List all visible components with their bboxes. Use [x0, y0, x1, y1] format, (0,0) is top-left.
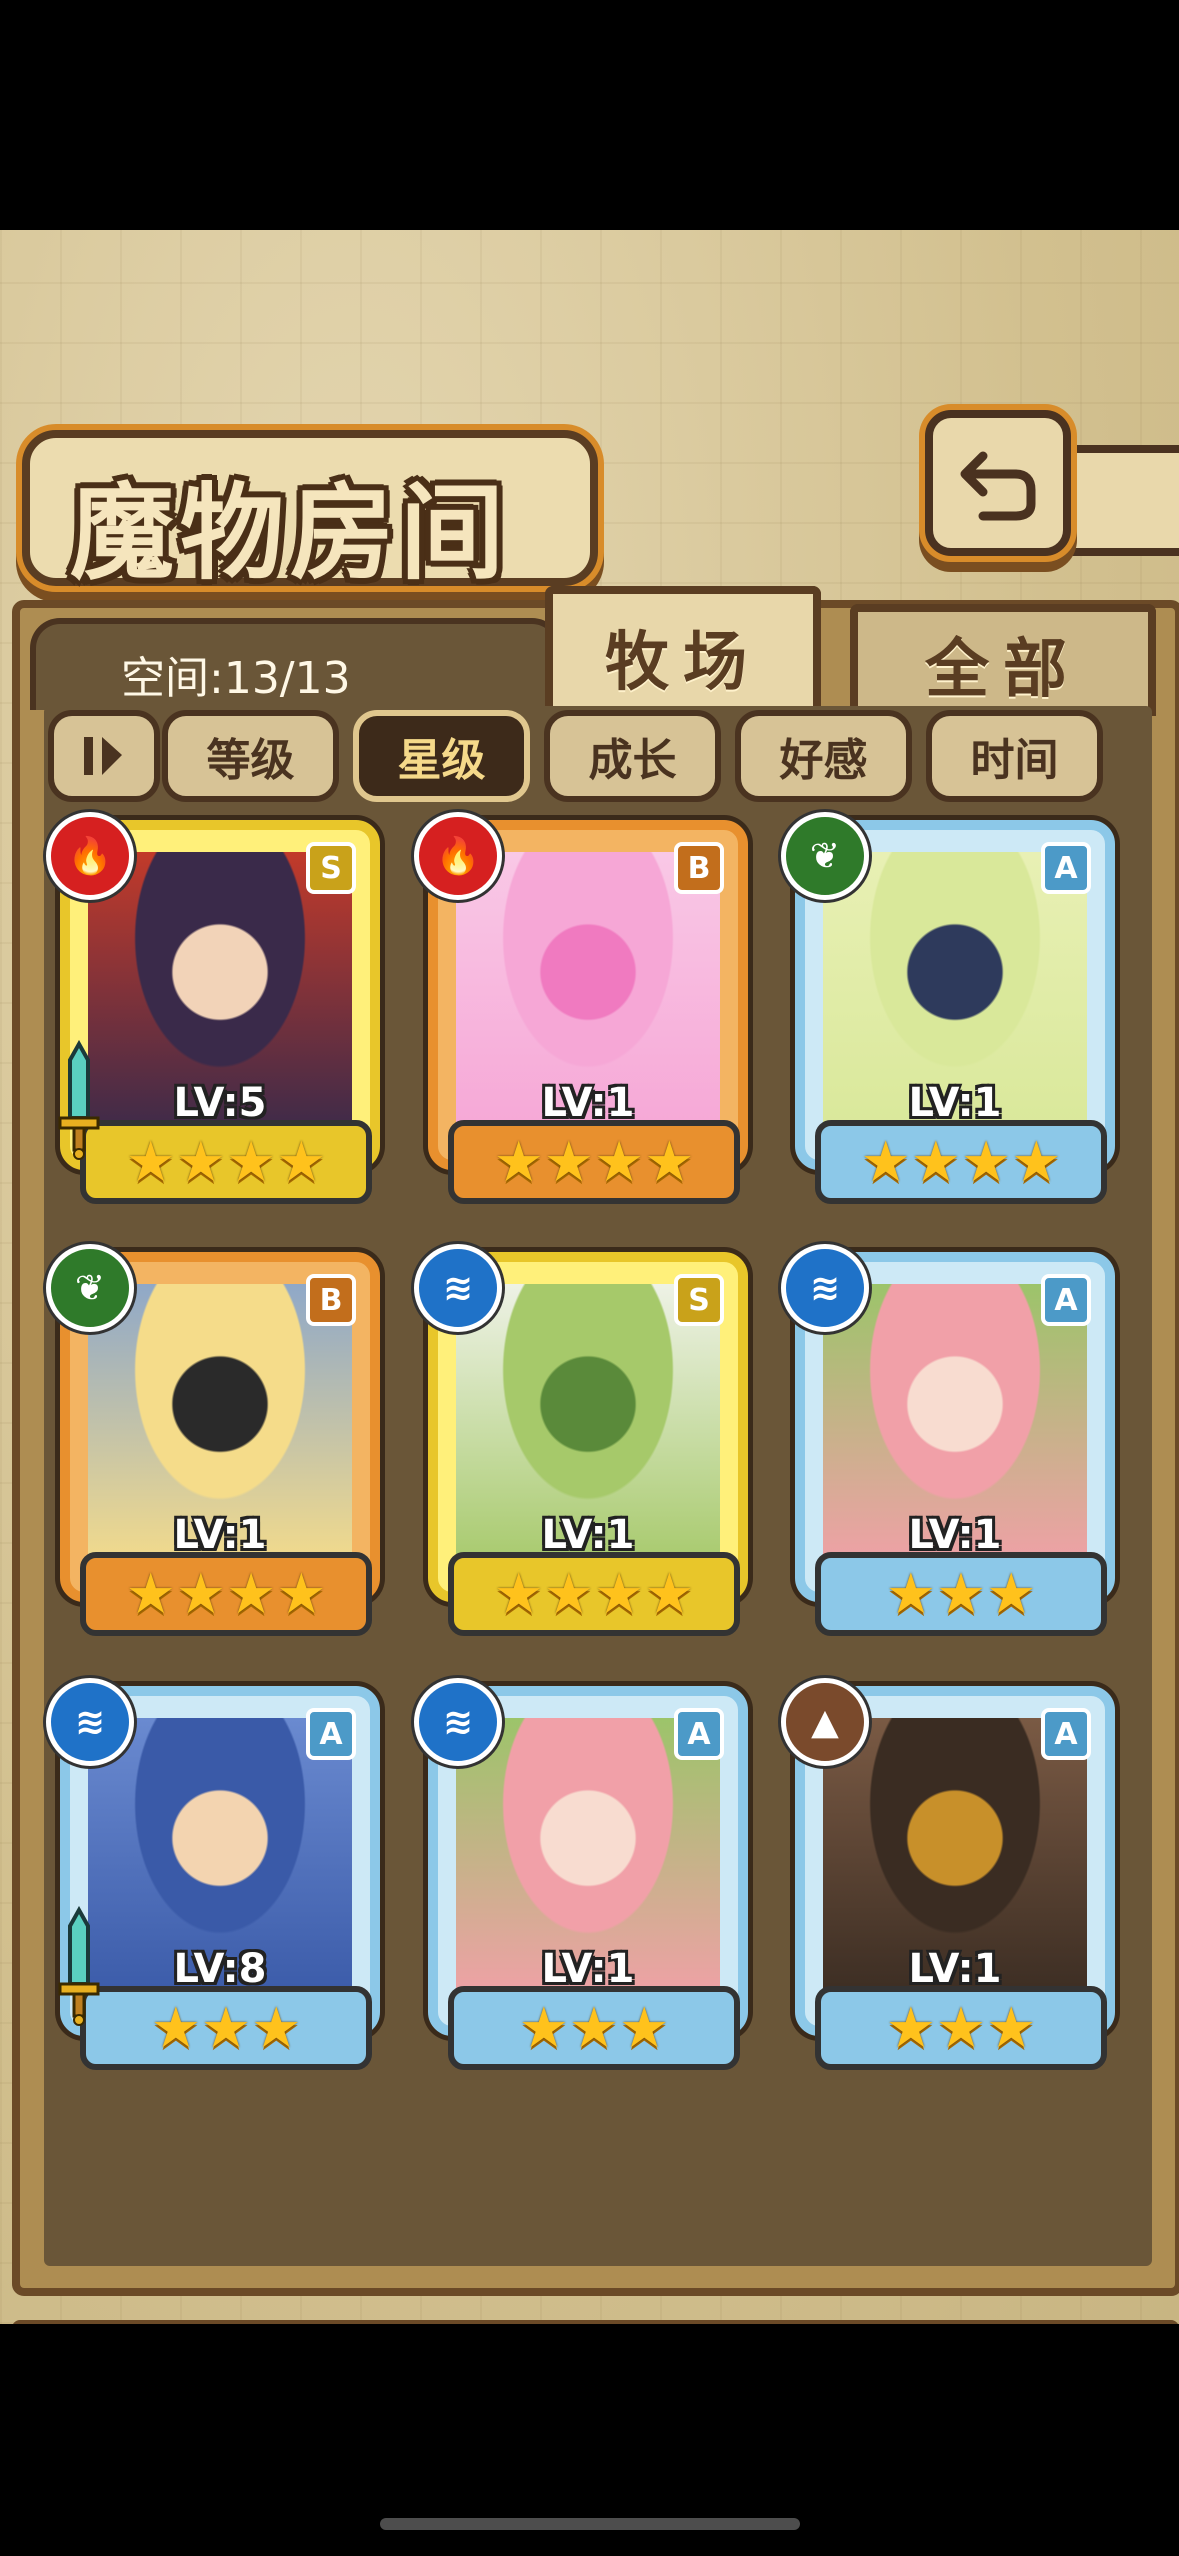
rank-badge: A: [1041, 842, 1091, 894]
rank-badge: A: [1041, 1274, 1091, 1326]
tab-all[interactable]: 全部: [850, 604, 1156, 716]
rank-badge: B: [674, 842, 724, 894]
monster-card[interactable]: A LV:8 ≋ ★★★: [46, 1678, 390, 2076]
monster-card[interactable]: A LV:1 ❦ ★★★★: [781, 812, 1125, 1210]
star-rating: ★★★★: [815, 1120, 1107, 1204]
sort-order-icon: [84, 737, 122, 775]
sort-growth-button[interactable]: 成长: [544, 710, 721, 802]
capacity-text: 空间:13/13: [121, 653, 351, 704]
water-element-icon: ≋: [46, 1678, 134, 1766]
rank-badge: B: [306, 1274, 356, 1326]
star-rating: ★★★: [815, 1986, 1107, 2070]
star-rating: ★★★★: [80, 1120, 372, 1204]
tab-ranch-label: 牧场: [605, 626, 761, 700]
sort-time-button[interactable]: 时间: [926, 710, 1103, 802]
panel-bottom-rail: [12, 2320, 1179, 2324]
grass-element-icon: ❦: [46, 1244, 134, 1332]
sort-affinity-button[interactable]: 好感: [735, 710, 912, 802]
star-rating: ★★★★: [80, 1552, 372, 1636]
star-rating: ★★★: [448, 1986, 740, 2070]
grass-element-icon: ❦: [781, 812, 869, 900]
fire-element-icon: 🔥: [46, 812, 134, 900]
back-button-tail: [1065, 445, 1179, 556]
water-element-icon: ≋: [414, 1244, 502, 1332]
game-screen: 魔物房间 空间:13/13 牧场 全部 等级 星级 成长 好感 时间 S LV:5…: [0, 230, 1179, 2324]
home-indicator[interactable]: [380, 2518, 800, 2530]
title-plaque: 魔物房间: [22, 430, 598, 594]
sword-icon: [58, 1040, 100, 1160]
back-arrow-icon: [960, 451, 1036, 521]
star-rating: ★★★: [80, 1986, 372, 2070]
rank-badge: A: [306, 1708, 356, 1760]
rank-badge: S: [674, 1274, 724, 1326]
star-rating: ★★★: [815, 1552, 1107, 1636]
monster-card[interactable]: A LV:1 ≋ ★★★: [781, 1244, 1125, 1642]
monster-card[interactable]: B LV:1 🔥 ★★★★: [414, 812, 758, 1210]
rank-badge: S: [306, 842, 356, 894]
monster-card[interactable]: B LV:1 ❦ ★★★★: [46, 1244, 390, 1642]
star-rating: ★★★★: [448, 1120, 740, 1204]
sort-order-button[interactable]: [48, 710, 160, 802]
capacity-bar: 空间:13/13: [30, 618, 562, 710]
page-title: 魔物房间: [70, 472, 511, 594]
sort-level-button[interactable]: 等级: [162, 710, 339, 802]
sort-row: 等级 星级 成长 好感 时间: [48, 710, 1128, 802]
sword-icon: [58, 1906, 100, 2026]
back-button[interactable]: [925, 410, 1071, 556]
monster-card[interactable]: S LV:5 🔥 ★★★★: [46, 812, 390, 1210]
tab-all-label: 全部: [925, 633, 1081, 707]
monster-card[interactable]: A LV:1 ▲ ★★★: [781, 1678, 1125, 2076]
monster-card[interactable]: A LV:1 ≋ ★★★: [414, 1678, 758, 2076]
monster-grid: S LV:5 🔥 ★★★★ B LV:1 🔥 ★★★★ A LV:1 ❦ ★★★★ B LV:1 ❦ ★★★★…: [46, 812, 1130, 2270]
water-element-icon: ≋: [414, 1678, 502, 1766]
tab-ranch[interactable]: 牧场: [545, 586, 821, 720]
fire-element-icon: 🔥: [414, 812, 502, 900]
monster-card[interactable]: S LV:1 ≋ ★★★★: [414, 1244, 758, 1642]
star-rating: ★★★★: [448, 1552, 740, 1636]
sort-star-button[interactable]: 星级: [353, 710, 530, 802]
rank-badge: A: [674, 1708, 724, 1760]
rank-badge: A: [1041, 1708, 1091, 1760]
earth-element-icon: ▲: [781, 1678, 869, 1766]
water-element-icon: ≋: [781, 1244, 869, 1332]
